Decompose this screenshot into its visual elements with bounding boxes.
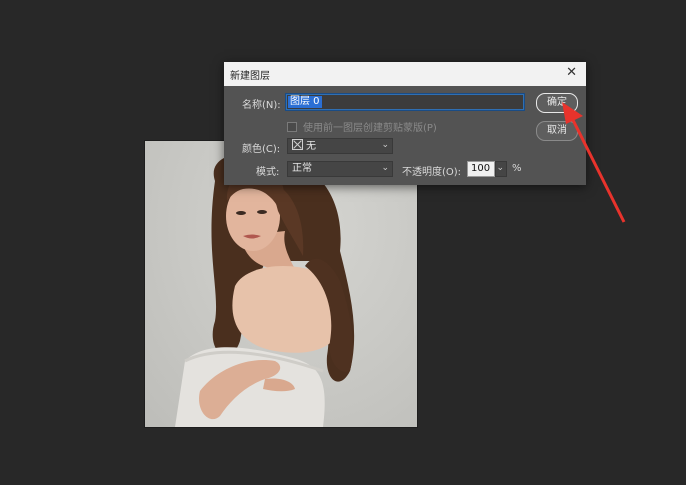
- color-label: 颜色(C):: [242, 144, 281, 155]
- cancel-button[interactable]: 取消: [536, 121, 578, 141]
- opacity-dropdown-button[interactable]: ⌄: [495, 161, 507, 177]
- new-layer-dialog: 新建图层 ✕ 名称(N): 图层 0 使用前一图层创建剪贴蒙版(P) 颜色(C)…: [224, 62, 586, 185]
- chevron-down-icon: ⌄: [496, 163, 504, 173]
- layer-name-input[interactable]: 图层 0: [286, 94, 524, 110]
- opacity-input[interactable]: 100: [467, 161, 495, 177]
- mode-label: 模式:: [256, 167, 280, 178]
- chevron-down-icon: ⌄: [381, 140, 389, 150]
- mode-select[interactable]: 正常 ⌄: [287, 161, 393, 177]
- clipping-mask-option: 使用前一图层创建剪贴蒙版(P): [287, 119, 437, 134]
- color-select[interactable]: 无 ⌄: [287, 138, 393, 154]
- clipping-mask-label: 使用前一图层创建剪贴蒙版(P): [303, 123, 437, 134]
- clipping-mask-checkbox[interactable]: [287, 122, 297, 132]
- color-select-value: 无: [306, 141, 316, 152]
- chevron-down-icon: ⌄: [381, 163, 389, 173]
- no-color-swatch-icon: [292, 139, 303, 150]
- name-label: 名称(N):: [242, 100, 281, 111]
- opacity-value: 100: [471, 163, 491, 174]
- close-icon[interactable]: ✕: [566, 65, 577, 80]
- opacity-label: 不透明度(O):: [402, 167, 462, 178]
- dialog-title: 新建图层: [230, 71, 270, 82]
- mode-select-value: 正常: [292, 163, 312, 174]
- ok-button[interactable]: 确定: [536, 93, 578, 113]
- dialog-titlebar: 新建图层 ✕: [224, 62, 586, 86]
- opacity-unit: %: [512, 163, 522, 174]
- layer-name-value: 图层 0: [288, 96, 322, 108]
